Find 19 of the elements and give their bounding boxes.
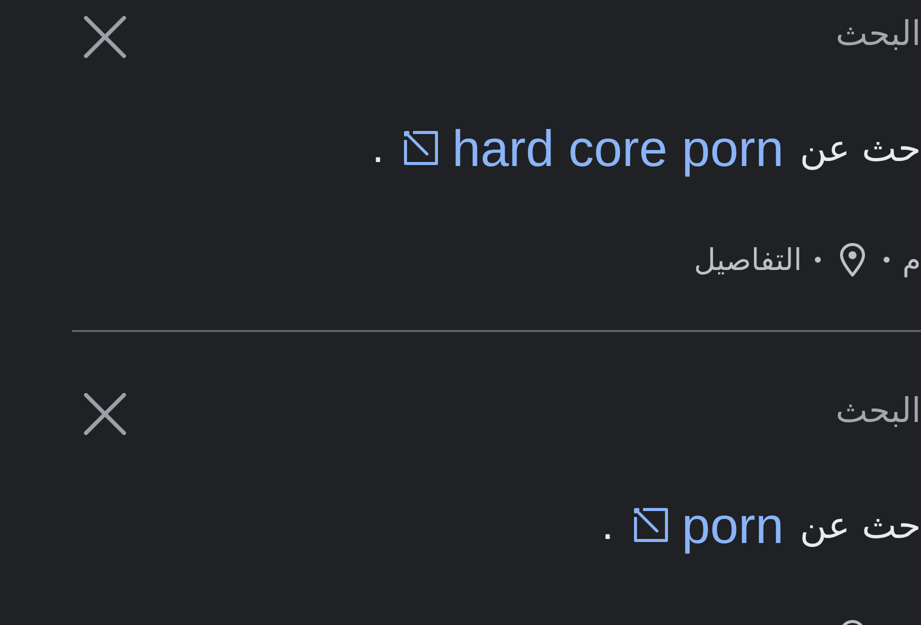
separator-dot: •	[814, 247, 822, 273]
activity-heading: البحث	[836, 13, 921, 56]
close-icon	[84, 16, 126, 58]
period-text: .	[601, 500, 614, 550]
slashed-square-icon	[634, 508, 668, 542]
search-query-link[interactable]: hard core porn	[452, 118, 784, 178]
search-query-link[interactable]: porn	[682, 496, 784, 554]
time-text: م	[902, 242, 921, 278]
activity-heading: البحث	[836, 390, 921, 433]
separator-dot: •	[882, 247, 890, 273]
close-button[interactable]	[82, 14, 128, 60]
search-prefix-text: حث عن	[800, 126, 921, 170]
details-link[interactable]: التفاصيل	[694, 242, 802, 278]
close-icon	[84, 393, 126, 435]
close-button[interactable]	[82, 391, 128, 437]
location-pin-icon	[840, 243, 865, 277]
period-text: .	[372, 123, 384, 173]
search-prefix-text: حث عن	[800, 504, 921, 546]
slashed-square-icon	[404, 131, 438, 165]
